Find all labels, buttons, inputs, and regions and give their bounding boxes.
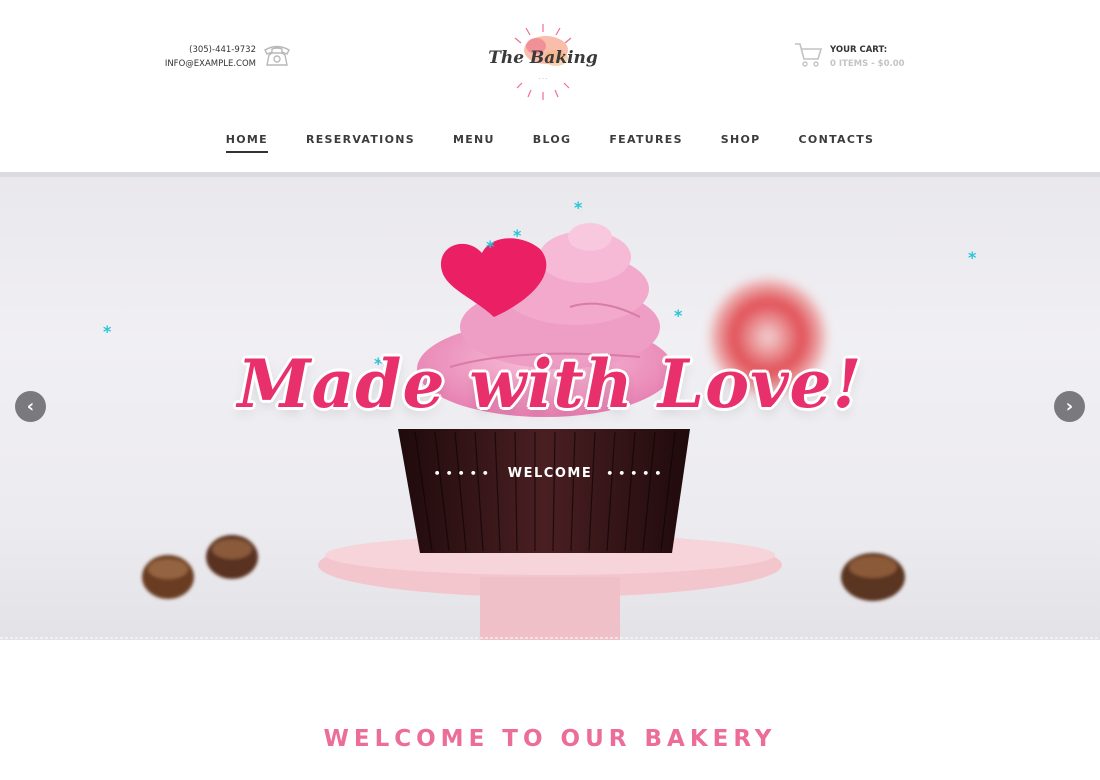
nav-item-contacts[interactable]: CONTACTS: [799, 126, 875, 153]
chevron-right-icon: ›: [1065, 396, 1074, 417]
contact-info: (305)-441-9732 INFO@EXAMPLE.COM: [150, 43, 256, 71]
site-logo[interactable]: · · · The Baking: [484, 20, 602, 104]
chevron-left-icon: ‹: [26, 396, 35, 417]
svg-text:*: *: [574, 198, 583, 217]
hero-title: Made with Love!: [237, 345, 863, 423]
svg-text:*: *: [968, 248, 977, 267]
email-address[interactable]: INFO@EXAMPLE.COM: [150, 57, 256, 71]
nav-item-reservations[interactable]: RESERVATIONS: [306, 126, 415, 153]
dots-left: •••••: [433, 467, 494, 480]
slider-next-button[interactable]: ›: [1054, 391, 1085, 422]
cart-icon[interactable]: [793, 40, 823, 68]
main-nav: HOME RESERVATIONS MENU BLOG FEATURES SHO…: [0, 126, 1100, 153]
phone-number[interactable]: (305)-441-9732: [150, 43, 256, 57]
hero-subtitle-row: ••••• WELCOME •••••: [0, 466, 1100, 481]
svg-text:*: *: [103, 322, 112, 341]
hero-subtitle: WELCOME: [507, 466, 593, 481]
cart-label: YOUR CART:: [830, 45, 888, 55]
nav-item-blog[interactable]: BLOG: [533, 126, 572, 153]
dots-right: •••••: [606, 467, 667, 480]
phone-icon[interactable]: [262, 42, 292, 68]
site-header: (305)-441-9732 INFO@EXAMPLE.COM · · · Th…: [0, 0, 1100, 172]
hero-slider: * * * * * * * Made with Love! ••••• WELC…: [0, 177, 1100, 640]
svg-text:· · ·: · · ·: [539, 76, 547, 82]
nav-item-menu[interactable]: MENU: [453, 126, 495, 153]
logo-text: The Baking: [488, 48, 598, 68]
welcome-heading: WELCOME TO OUR BAKERY: [323, 726, 777, 752]
nav-item-features[interactable]: FEATURES: [609, 126, 682, 153]
svg-text:*: *: [486, 237, 495, 256]
nav-item-shop[interactable]: SHOP: [721, 126, 761, 153]
svg-text:*: *: [513, 226, 522, 245]
slider-prev-button[interactable]: ‹: [15, 391, 46, 422]
svg-text:*: *: [674, 306, 683, 325]
nav-item-home[interactable]: HOME: [225, 126, 268, 153]
cart-widget[interactable]: YOUR CART: 0 ITEMS - $0.00: [830, 43, 905, 71]
cart-summary: 0 ITEMS - $0.00: [830, 59, 905, 69]
